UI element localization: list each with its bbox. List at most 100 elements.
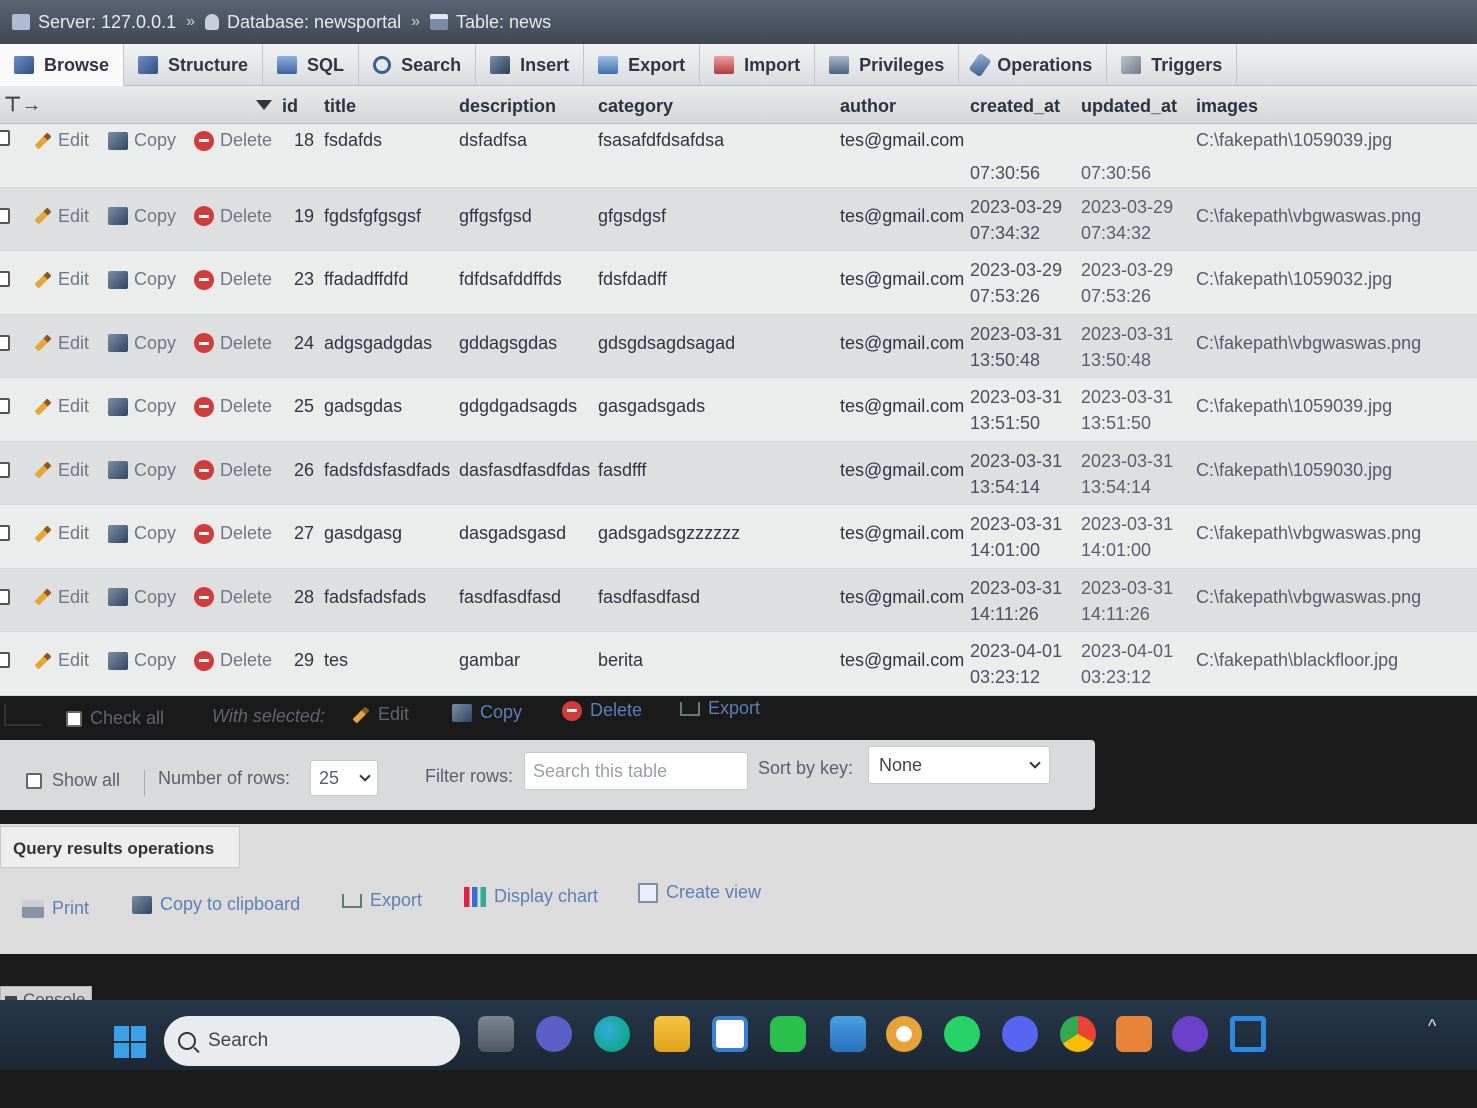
row-edit-button[interactable]: Edit — [34, 333, 89, 354]
cell-created-at[interactable]: 2023-03-29 07:53:26 — [970, 257, 1062, 309]
tray-chevron-up-icon[interactable]: ^ — [1428, 1016, 1436, 1037]
cell-title[interactable]: fadsfadsfads — [324, 587, 426, 608]
tab-structure[interactable]: Structure — [124, 44, 264, 86]
tab-privileges[interactable]: Privileges — [815, 44, 960, 86]
column-toggle-arrows-icon[interactable]: ⊤→ — [4, 92, 41, 117]
windows-start-icon[interactable] — [114, 1026, 146, 1058]
tab-export[interactable]: Export — [584, 44, 701, 86]
column-header-id[interactable]: id — [282, 96, 298, 117]
cell-title[interactable]: tes — [324, 650, 348, 671]
breadcrumb-database[interactable]: Database: newsportal — [205, 12, 401, 33]
bulk-copy-button[interactable]: Copy — [452, 702, 522, 723]
row-delete-button[interactable]: Delete — [194, 460, 272, 481]
cell-category[interactable]: gadsgadsgzzzzzz — [598, 523, 740, 544]
check-all[interactable]: Check all — [66, 708, 164, 729]
app-icon[interactable] — [886, 1016, 922, 1052]
row-delete-button[interactable]: Delete — [194, 206, 272, 227]
row-edit-button[interactable]: Edit — [34, 650, 89, 671]
cell-title[interactable]: fsdafds — [324, 130, 382, 151]
cell-id[interactable]: 28 — [294, 587, 314, 608]
cell-category[interactable]: fasdfff — [598, 460, 646, 481]
sort-key-select[interactable]: None — [868, 746, 1050, 784]
cell-images[interactable]: C:\fakepath\vbgwaswas.png — [1196, 206, 1421, 227]
cell-updated-at[interactable]: 2023-03-31 13:51:50 — [1081, 384, 1173, 436]
cell-created-at[interactable]: 07:30:56 — [970, 134, 1040, 186]
row-checkbox[interactable] — [0, 398, 10, 414]
taskbar-search[interactable]: Search — [164, 1016, 460, 1066]
row-copy-button[interactable]: Copy — [108, 650, 176, 671]
cell-id[interactable]: 26 — [294, 460, 314, 481]
tab-operations[interactable]: Operations — [959, 44, 1108, 86]
cell-created-at[interactable]: 2023-03-31 13:51:50 — [970, 384, 1062, 436]
row-edit-button[interactable]: Edit — [34, 130, 89, 151]
cell-description[interactable]: gdgdgadsagds — [459, 396, 577, 417]
cell-description[interactable]: dasfasdfasdfdas — [459, 460, 590, 481]
row-checkbox[interactable] — [0, 525, 10, 541]
tab-insert[interactable]: Insert — [476, 44, 585, 86]
column-header-images[interactable]: images — [1196, 96, 1258, 117]
vscode-icon[interactable] — [1230, 1016, 1266, 1052]
cell-id[interactable]: 25 — [294, 396, 314, 417]
cell-updated-at[interactable]: 2023-03-29 07:53:26 — [1081, 257, 1173, 309]
row-delete-button[interactable]: Delete — [194, 396, 272, 417]
chrome-icon[interactable] — [1060, 1016, 1096, 1052]
cell-images[interactable]: C:\fakepath\vbgwaswas.png — [1196, 333, 1421, 354]
cell-description[interactable]: dsfadfsa — [459, 130, 527, 151]
column-header-created-at[interactable]: created_at — [970, 96, 1060, 117]
cell-title[interactable]: gasdgasg — [324, 523, 402, 544]
row-edit-button[interactable]: Edit — [34, 396, 89, 417]
line-icon[interactable] — [770, 1016, 806, 1052]
cell-description[interactable]: gambar — [459, 650, 520, 671]
cell-author[interactable]: tes@gmail.com — [840, 650, 964, 671]
task-view-icon[interactable] — [478, 1016, 514, 1052]
mail-icon[interactable] — [830, 1016, 866, 1052]
cell-description[interactable]: dasgadsgasd — [459, 523, 566, 544]
row-copy-button[interactable]: Copy — [108, 130, 176, 151]
cell-images[interactable]: C:\fakepath\vbgwaswas.png — [1196, 523, 1421, 544]
column-header-updated-at[interactable]: updated_at — [1081, 96, 1177, 117]
row-edit-button[interactable]: Edit — [34, 206, 89, 227]
row-delete-button[interactable]: Delete — [194, 269, 272, 290]
row-copy-button[interactable]: Copy — [108, 460, 176, 481]
tab-import[interactable]: Import — [700, 44, 816, 86]
cell-created-at[interactable]: 2023-03-31 13:50:48 — [970, 321, 1062, 373]
row-copy-button[interactable]: Copy — [108, 206, 176, 227]
cell-title[interactable]: gadsgdas — [324, 396, 402, 417]
create-view-link[interactable]: Create view — [638, 882, 761, 903]
cell-title[interactable]: fgdsfgfgsgsf — [324, 206, 421, 227]
row-delete-button[interactable]: Delete — [194, 587, 272, 608]
cell-category[interactable]: berita — [598, 650, 643, 671]
cell-title[interactable]: ffadadffdfd — [324, 269, 408, 290]
cell-author[interactable]: tes@gmail.com — [840, 523, 964, 544]
cell-category[interactable]: fdsfdadff — [598, 269, 667, 290]
cell-images[interactable]: C:\fakepath\1059030.jpg — [1196, 460, 1392, 481]
row-copy-button[interactable]: Copy — [108, 587, 176, 608]
cell-author[interactable]: tes@gmail.com — [840, 460, 964, 481]
cell-updated-at[interactable]: 2023-03-31 14:11:26 — [1081, 575, 1173, 627]
row-delete-button[interactable]: Delete — [194, 523, 272, 544]
cell-images[interactable]: C:\fakepath\blackfloor.jpg — [1196, 650, 1398, 671]
cell-created-at[interactable]: 2023-04-01 03:23:12 — [970, 638, 1062, 690]
row-delete-button[interactable]: Delete — [194, 333, 272, 354]
cell-images[interactable]: C:\fakepath\1059039.jpg — [1196, 396, 1392, 417]
cell-created-at[interactable]: 2023-03-31 14:11:26 — [970, 575, 1062, 627]
tab-triggers[interactable]: Triggers — [1107, 44, 1238, 86]
cell-id[interactable]: 19 — [294, 206, 314, 227]
cell-author[interactable]: tes@gmail.com — [840, 396, 964, 417]
column-header-category[interactable]: category — [598, 96, 673, 117]
row-copy-button[interactable]: Copy — [108, 523, 176, 544]
row-copy-button[interactable]: Copy — [108, 396, 176, 417]
bulk-export-button[interactable]: Export — [680, 698, 760, 719]
cell-description[interactable]: gffgsfgsd — [459, 206, 532, 227]
row-checkbox[interactable] — [0, 207, 10, 224]
cell-author[interactable]: tes@gmail.com — [840, 130, 964, 151]
column-header-title[interactable]: title — [324, 96, 356, 117]
xampp-icon[interactable] — [1116, 1016, 1152, 1052]
cell-images[interactable]: C:\fakepath\vbgwaswas.png — [1196, 587, 1421, 608]
column-header-author[interactable]: author — [840, 96, 896, 117]
cell-created-at[interactable]: 2023-03-31 14:01:00 — [970, 511, 1062, 563]
show-all[interactable]: Show all — [26, 770, 120, 791]
cell-description[interactable]: fdfdsafddffds — [459, 269, 562, 290]
row-checkbox[interactable] — [0, 588, 10, 605]
cell-images[interactable]: C:\fakepath\1059039.jpg — [1196, 130, 1392, 151]
